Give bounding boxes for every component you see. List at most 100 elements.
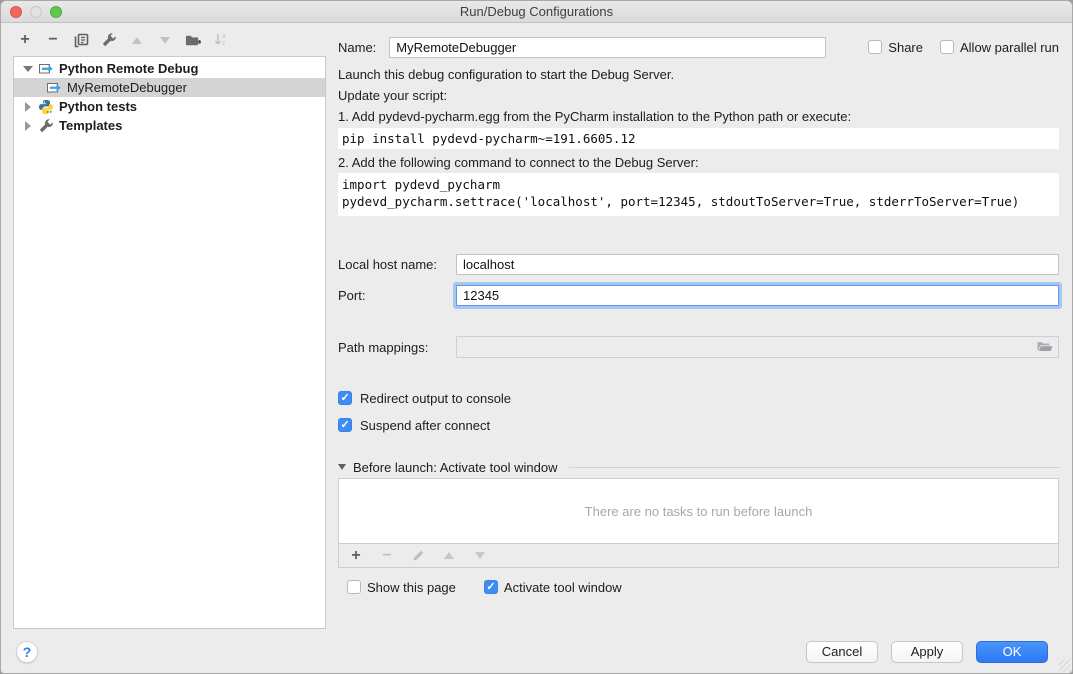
chevron-down-icon[interactable] — [20, 66, 36, 72]
templates-wrench-icon — [38, 118, 54, 134]
chevron-right-icon[interactable] — [20, 102, 36, 112]
add-icon: + — [20, 32, 29, 48]
new-folder-icon — [185, 33, 201, 48]
tree-item-label: Python tests — [59, 99, 137, 114]
name-input[interactable] — [389, 37, 826, 58]
wrench-icon — [101, 32, 117, 48]
local-host-name-input[interactable] — [456, 254, 1059, 275]
configurations-tree: Python Remote Debug MyRemoteDebugger Pyt… — [13, 56, 326, 629]
tree-item-label: MyRemoteDebugger — [67, 80, 187, 95]
name-row: Name: Share Allow parallel run — [338, 36, 1059, 58]
tree-item-templates[interactable]: Templates — [14, 116, 325, 135]
show-this-page-group[interactable]: Show this page — [347, 580, 456, 595]
help-button[interactable]: ? — [16, 641, 38, 663]
dialog-buttons: Cancel Apply OK — [806, 641, 1048, 663]
suspend-after-connect-label: Suspend after connect — [360, 418, 490, 433]
move-down-icon — [160, 37, 170, 44]
remove-configuration-button[interactable]: − — [45, 32, 61, 48]
window-title: Run/Debug Configurations — [1, 4, 1072, 19]
show-this-page-checkbox[interactable] — [347, 580, 361, 594]
footer-checkbox-row: Show this page Activate tool window — [347, 579, 1059, 595]
settrace-code-block: import pydevd_pycharmpydevd_pycharm.sett… — [338, 173, 1059, 216]
copy-icon — [74, 33, 89, 48]
move-up-icon — [132, 37, 142, 44]
instruction-line-2: Update your script: — [338, 88, 1059, 104]
resize-grip[interactable] — [1059, 660, 1071, 672]
chevron-right-icon[interactable] — [20, 121, 36, 131]
titlebar[interactable]: Run/Debug Configurations — [1, 1, 1072, 23]
suspend-after-connect-row[interactable]: Suspend after connect — [338, 417, 1059, 433]
move-down-button[interactable] — [157, 32, 173, 48]
browse-path-mappings-button[interactable] — [1036, 339, 1054, 355]
move-up-button[interactable] — [129, 32, 145, 48]
apply-button[interactable]: Apply — [891, 641, 963, 663]
before-launch-header[interactable]: Before launch: Activate tool window — [338, 459, 1059, 475]
allow-parallel-checkbox-group[interactable]: Allow parallel run — [940, 40, 1059, 55]
port-label: Port: — [338, 288, 456, 303]
share-label: Share — [888, 40, 923, 55]
code-line-settrace: pydevd_pycharm.settrace('localhost', por… — [342, 193, 1055, 210]
help-icon: ? — [23, 644, 32, 660]
redirect-output-checkbox[interactable] — [338, 391, 352, 405]
tree-item-label: Python Remote Debug — [59, 61, 198, 76]
remove-icon: − — [48, 32, 57, 48]
redirect-output-row[interactable]: Redirect output to console — [338, 390, 1059, 406]
local-host-row: Local host name: — [338, 253, 1059, 275]
code-line-import: import pydevd_pycharm — [342, 176, 1055, 193]
chevron-down-icon[interactable] — [338, 464, 346, 470]
add-task-button[interactable]: + — [348, 548, 364, 564]
tree-item-my-remote-debugger[interactable]: MyRemoteDebugger — [14, 78, 325, 97]
run-debug-configurations-dialog: Run/Debug Configurations + − az Python R… — [0, 0, 1073, 674]
edit-templates-button[interactable] — [101, 32, 117, 48]
instruction-line-1: Launch this debug configuration to start… — [338, 67, 1059, 83]
activate-tool-window-label: Activate tool window — [504, 580, 622, 595]
python-tests-icon — [38, 99, 54, 115]
allow-parallel-run-label: Allow parallel run — [960, 40, 1059, 55]
activate-tool-window-group[interactable]: Activate tool window — [484, 580, 622, 595]
move-task-up-button[interactable] — [441, 548, 457, 564]
remove-task-button[interactable]: − — [379, 548, 395, 564]
separator-line — [569, 467, 1059, 468]
cancel-button[interactable]: Cancel — [806, 641, 878, 663]
move-task-down-button[interactable] — [472, 548, 488, 564]
pip-install-code: pip install pydevd-pycharm~=191.6605.12 — [338, 128, 1059, 149]
tree-item-python-remote-debug[interactable]: Python Remote Debug — [14, 59, 325, 78]
before-launch-title: Before launch: Activate tool window — [353, 460, 558, 475]
remove-icon: − — [382, 548, 391, 564]
edit-task-button[interactable] — [410, 548, 426, 564]
share-checkbox[interactable] — [868, 40, 882, 54]
before-launch-task-list[interactable]: There are no tasks to run before launch — [338, 478, 1059, 544]
share-checkbox-group[interactable]: Share — [868, 40, 923, 55]
move-down-icon — [475, 552, 485, 559]
redirect-output-label: Redirect output to console — [360, 391, 511, 406]
sort-configurations-button[interactable]: az — [213, 32, 229, 48]
configuration-form: Name: Share Allow parallel run Launch th… — [338, 29, 1059, 595]
path-mappings-row: Path mappings: — [338, 336, 1059, 358]
remote-debug-icon — [46, 80, 62, 96]
copy-configuration-button[interactable] — [73, 32, 89, 48]
before-launch-toolbar: + − — [338, 544, 1059, 568]
svg-text:a: a — [222, 33, 226, 40]
suspend-after-connect-checkbox[interactable] — [338, 418, 352, 432]
tree-item-label: Templates — [59, 118, 122, 133]
name-label: Name: — [338, 40, 376, 55]
create-folder-button[interactable] — [185, 32, 201, 48]
instruction-step-2: 2. Add the following command to connect … — [338, 155, 1059, 171]
port-row: Port: — [338, 284, 1059, 306]
allow-parallel-run-checkbox[interactable] — [940, 40, 954, 54]
svg-text:z: z — [222, 40, 225, 47]
move-up-icon — [444, 552, 454, 559]
ok-button[interactable]: OK — [976, 641, 1048, 663]
open-folder-icon — [1036, 339, 1054, 355]
show-this-page-label: Show this page — [367, 580, 456, 595]
edit-pencil-icon — [412, 549, 425, 562]
remote-debug-icon — [38, 61, 54, 77]
port-input[interactable] — [456, 285, 1059, 306]
path-mappings-label: Path mappings: — [338, 340, 456, 355]
instruction-step-1: 1. Add pydevd-pycharm.egg from the PyCha… — [338, 109, 1059, 125]
path-mappings-input[interactable] — [456, 336, 1059, 358]
activate-tool-window-checkbox[interactable] — [484, 580, 498, 594]
configurations-toolbar: + − az — [17, 32, 229, 48]
add-configuration-button[interactable]: + — [17, 32, 33, 48]
tree-item-python-tests[interactable]: Python tests — [14, 97, 325, 116]
